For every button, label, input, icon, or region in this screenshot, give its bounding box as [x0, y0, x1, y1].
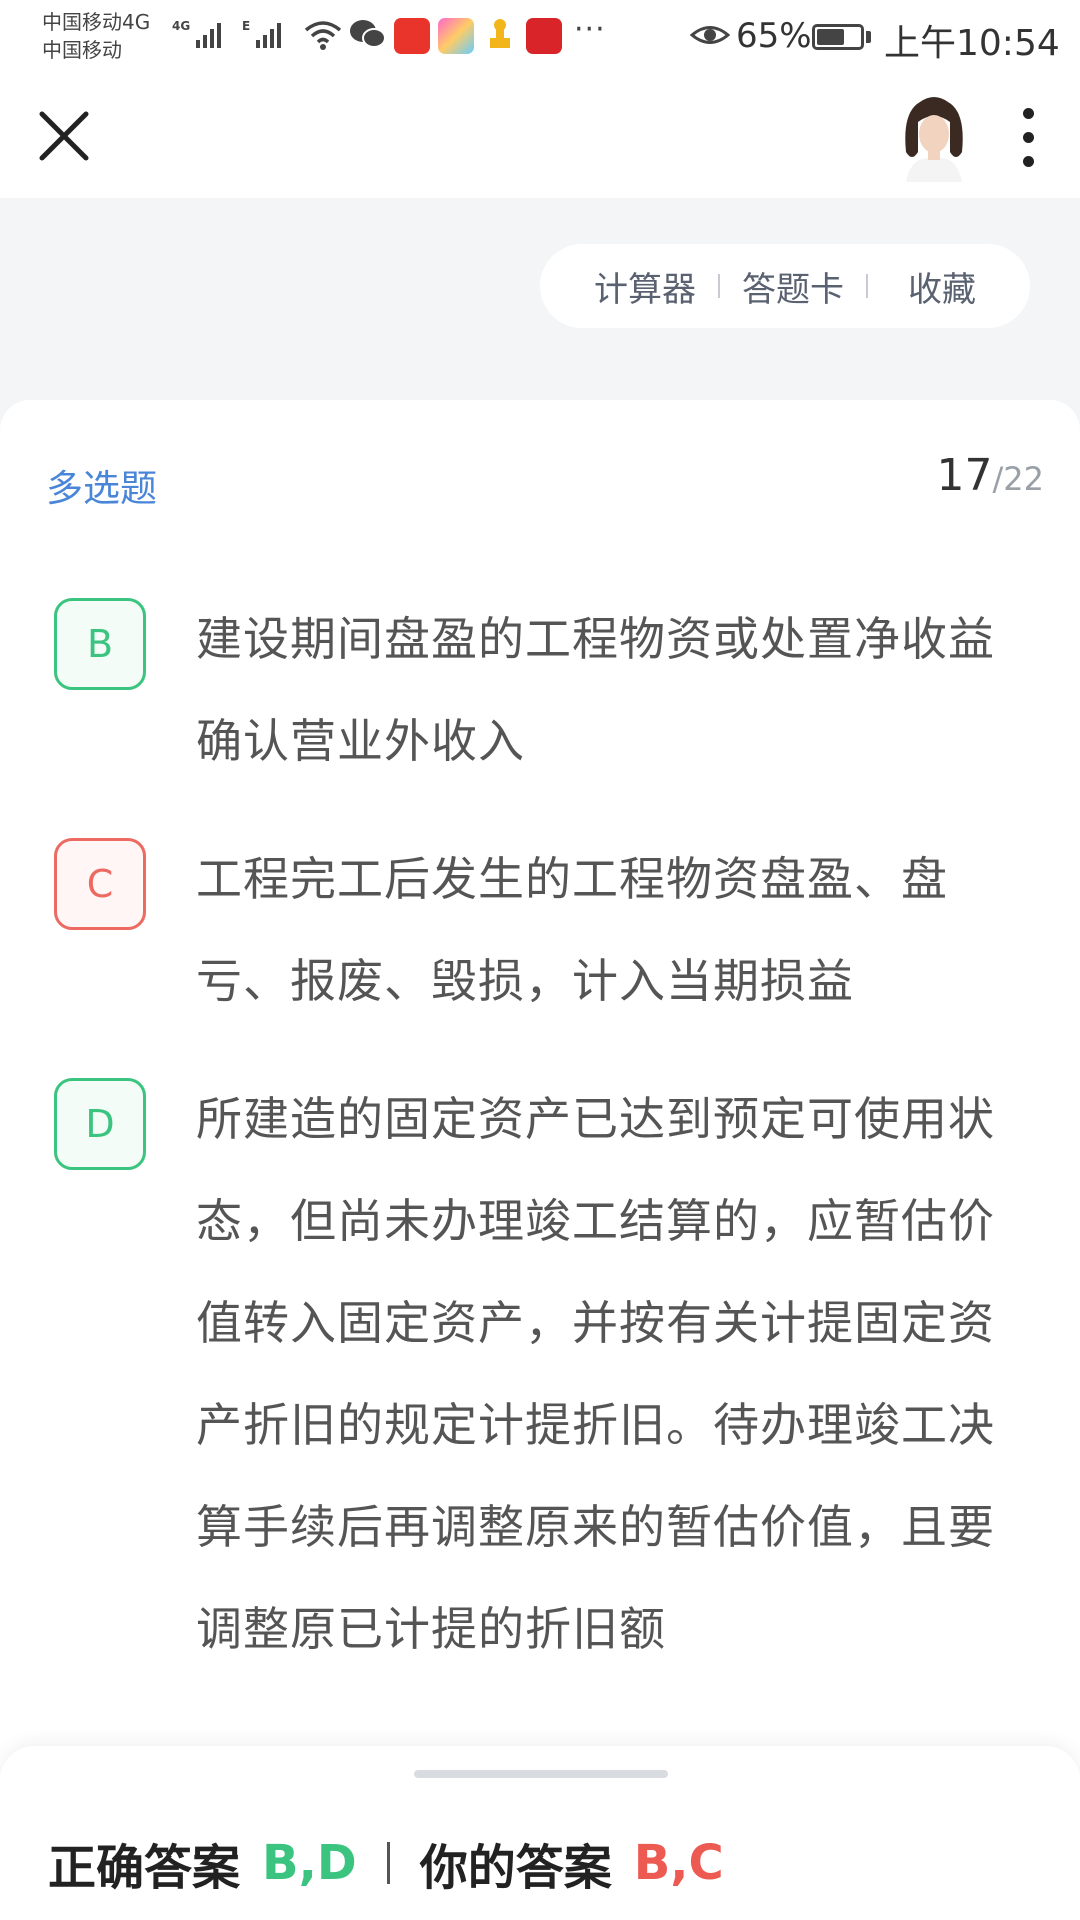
carrier-2: 中国移动 [42, 38, 122, 62]
question-current: 17 [936, 450, 993, 501]
question-card: 多选题 17/22 B 建设期间盘盈的工程物资或处置净收益确认营业外收入 C 工… [0, 400, 1080, 1920]
answer-summary: 正确答案 B,D 你的答案 B,C [48, 1828, 724, 1898]
drag-handle[interactable] [414, 1770, 668, 1778]
svg-text:E: E [242, 19, 250, 33]
question-total: /22 [992, 460, 1045, 498]
correct-answer-value: B,D [262, 1835, 357, 1891]
correct-answer-label: 正确答案 [48, 1840, 241, 1896]
answer-card-button[interactable]: 答题卡 [720, 262, 866, 311]
status-more-icon: ··· [574, 12, 606, 47]
calculator-button[interactable]: 计算器 [572, 262, 718, 311]
giraffe-app-icon [490, 19, 510, 48]
battery-percent: 65% [736, 16, 812, 56]
question-progress: 17/22 [937, 450, 1045, 501]
option-c-text: 工程完工后发生的工程物资盘盈、盘亏、报废、毁损，计入当期损益 [196, 852, 948, 1008]
my-answer-value: B,C [633, 1835, 724, 1891]
more-options-icon[interactable] [1010, 102, 1046, 174]
signal-e-icon: E [242, 19, 281, 48]
option-d-badge[interactable]: D [54, 1078, 146, 1170]
photos-app-icon [438, 18, 474, 54]
option-b-text: 建设期间盘盈的工程物资或处置净收益确认营业外收入 [196, 612, 995, 768]
my-answer-label: 你的答案 [419, 1840, 612, 1896]
answer-panel[interactable]: 正确答案 B,D 你的答案 B,C [0, 1746, 1080, 1920]
option-c-badge[interactable]: C [54, 838, 146, 930]
carrier-info: 中国移动4G 中国移动 [42, 8, 150, 64]
answer-divider [386, 1842, 390, 1884]
music-app-icon [526, 18, 562, 54]
signal-4g-icon: 4G [172, 19, 221, 48]
status-bar: 中国移动4G 中国移动 4G E ··· 65% 上午10:54 [0, 0, 1080, 78]
question-toolbar: 计算器 答题卡 收藏 [540, 244, 1030, 328]
wechat-icon [350, 20, 386, 48]
eye-comfort-icon [690, 26, 730, 44]
avatar[interactable] [896, 92, 972, 182]
wifi-icon [304, 21, 342, 50]
battery-icon [812, 24, 864, 50]
battery-fill [817, 29, 844, 45]
question-type: 多选题 [46, 467, 157, 510]
favorite-button[interactable]: 收藏 [868, 262, 998, 311]
option-d-text: 所建造的固定资产已达到预定可使用状态，但尚未办理竣工结算的，应暂估价值转入固定资… [196, 1092, 995, 1656]
close-icon[interactable] [34, 106, 94, 166]
option-b-badge[interactable]: B [54, 598, 146, 690]
svg-text:4G: 4G [172, 19, 190, 33]
header [0, 78, 1080, 198]
battery-tip [866, 31, 871, 43]
news-app-icon [394, 18, 430, 54]
clock: 上午10:54 [884, 23, 1060, 64]
carrier-1: 中国移动4G [42, 10, 151, 34]
